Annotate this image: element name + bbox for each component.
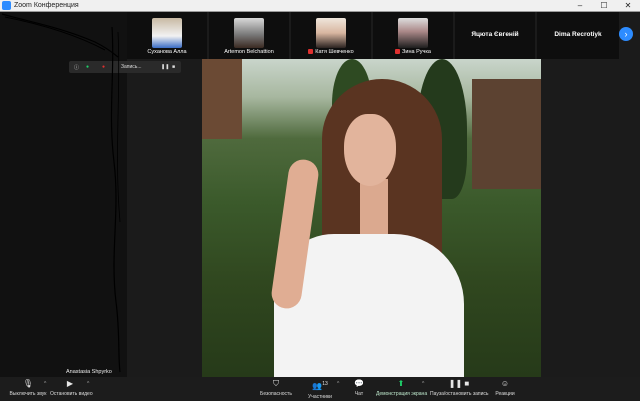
security-button[interactable]: ⛉ Безопасность	[258, 379, 294, 397]
pause-stop-recording-button[interactable]: ❚❚ ■ Пауза/остановить запись	[430, 379, 489, 397]
meeting-toolbar: 🎙 Выключить звук ^ ▶ Остановить видео ^ …	[0, 377, 640, 401]
house-right	[472, 79, 541, 189]
participant-tile[interactable]: Яцюта Євгеній	[455, 12, 535, 59]
participant-name: Artemon Belchattion	[224, 49, 274, 55]
person-neck	[360, 179, 388, 239]
record-icon: ●	[102, 64, 106, 70]
participants-options-caret[interactable]: ^	[337, 381, 339, 387]
reactions-button[interactable]: ☺ Реакции	[492, 379, 518, 397]
participant-video	[316, 18, 346, 48]
person-face	[344, 114, 396, 186]
participant-tile[interactable]: Суханова Алла	[127, 12, 207, 59]
pause-recording-button[interactable]: ❚❚	[161, 64, 169, 70]
participant-name: Яцюта Євгеній	[471, 31, 519, 38]
reactions-icon: ☺	[500, 379, 510, 388]
participant-name: Зина Ручка	[373, 49, 453, 55]
house-left	[202, 59, 242, 139]
participant-tile[interactable]: Dima Recrotiyk	[537, 12, 619, 59]
mic-off-icon	[395, 49, 401, 55]
recording-bar: ⓘ ● ● Запись... ❚❚ ■	[69, 61, 181, 73]
participant-tile[interactable]: Зина Ручка	[373, 12, 453, 59]
shield-icon: ⛉	[273, 379, 279, 388]
minimize-button[interactable]: –	[568, 0, 592, 11]
participant-strip: Суханова Алла Artemon Belchattion Катя Ш…	[127, 12, 640, 59]
stop-recording-button[interactable]: ■	[172, 64, 175, 70]
participant-name: Суханова Алла	[147, 49, 187, 55]
maximize-button[interactable]: ☐	[592, 0, 616, 11]
audio-options-caret[interactable]: ^	[44, 381, 46, 387]
title-bar: Zoom Конференция – ☐ ✕	[0, 0, 640, 12]
window-title: Zoom Конференция	[14, 2, 79, 9]
shield-icon[interactable]: ●	[86, 64, 89, 70]
zoom-app-icon	[2, 1, 11, 10]
close-window-button[interactable]: ✕	[616, 0, 640, 11]
share-screen-button[interactable]: ⬆ Демонстрация экрана	[376, 379, 427, 397]
participant-video	[152, 18, 182, 48]
participants-button[interactable]: 👥13 Участники	[304, 379, 336, 400]
share-screen-icon: ⬆	[397, 379, 405, 388]
participant-video	[398, 18, 428, 48]
chat-icon: 💬	[354, 379, 364, 388]
pause-stop-icon: ❚❚ ■	[448, 379, 470, 388]
chat-button[interactable]: 💬 Чат	[348, 379, 370, 397]
participant-name: Катя Шевченко	[291, 49, 371, 55]
mic-off-icon	[308, 49, 314, 55]
share-options-caret[interactable]: ^	[422, 381, 424, 387]
video-options-caret[interactable]: ^	[87, 381, 89, 387]
info-icon[interactable]: ⓘ	[74, 64, 79, 71]
active-speaker-video	[202, 59, 541, 377]
mute-button[interactable]: 🎙 Выключить звук	[8, 379, 48, 397]
recording-label: Запись...	[121, 64, 142, 70]
participant-video	[234, 18, 264, 48]
camera-icon: ▶	[66, 379, 74, 388]
participant-name: Dima Recrotiyk	[554, 31, 602, 38]
self-view-name: Anastasia Shpyrko	[66, 369, 112, 375]
participants-icon: 👥13	[312, 381, 328, 391]
participant-tile[interactable]: Катя Шевченко	[291, 12, 371, 59]
stop-video-button[interactable]: ▶ Остановить видео	[50, 379, 93, 397]
microphone-icon: 🎙	[22, 379, 34, 388]
participant-tile[interactable]: Artemon Belchattion	[209, 12, 289, 59]
next-page-button[interactable]: ›	[619, 27, 633, 41]
